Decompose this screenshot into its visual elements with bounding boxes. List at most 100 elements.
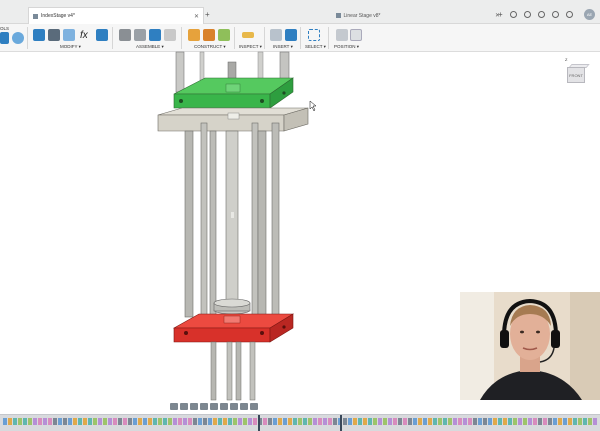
- timeline-feature-icon[interactable]: [363, 418, 367, 425]
- timeline-feature-icon[interactable]: [158, 418, 162, 425]
- timeline-feature-icon[interactable]: [358, 418, 362, 425]
- timeline-feature-icon[interactable]: [103, 418, 107, 425]
- timeline-feature-icon[interactable]: [38, 418, 42, 425]
- timeline-feature-icon[interactable]: [133, 418, 137, 425]
- timeline-feature-icon[interactable]: [388, 418, 392, 425]
- timeline-feature-icon[interactable]: [283, 418, 287, 425]
- timeline-feature-icon[interactable]: [353, 418, 357, 425]
- timeline-feature-icon[interactable]: [398, 418, 402, 425]
- timeline-feature-icon[interactable]: [53, 418, 57, 425]
- timeline-feature-icon[interactable]: [203, 418, 207, 425]
- timeline-feature-icon[interactable]: [263, 418, 267, 425]
- timeline-feature-icon[interactable]: [553, 418, 557, 425]
- timeline-feature-icon[interactable]: [493, 418, 497, 425]
- timeline-feature-icon[interactable]: [523, 418, 527, 425]
- timeline-feature-icon[interactable]: [518, 418, 522, 425]
- timeline-feature-icon[interactable]: [18, 418, 22, 425]
- timeline-feature-icon[interactable]: [368, 418, 372, 425]
- timeline-feature-icon[interactable]: [533, 418, 537, 425]
- timeline-feature-icon[interactable]: [193, 418, 197, 425]
- timeline-feature-icon[interactable]: [228, 418, 232, 425]
- timeline-feature-icon[interactable]: [488, 418, 492, 425]
- timeline-feature-icon[interactable]: [588, 418, 592, 425]
- timeline-feature-icon[interactable]: [343, 418, 347, 425]
- timeline-feature-icon[interactable]: [403, 418, 407, 425]
- timeline-feature-icon[interactable]: [373, 418, 377, 425]
- timeline-feature-icon[interactable]: [173, 418, 177, 425]
- timeline-feature-icon[interactable]: [303, 418, 307, 425]
- timeline-feature-icon[interactable]: [298, 418, 302, 425]
- timeline-feature-icon[interactable]: [318, 418, 322, 425]
- timeline-feature-icon[interactable]: [333, 418, 337, 425]
- timeline-feature-icon[interactable]: [83, 418, 87, 425]
- timeline-feature-icon[interactable]: [278, 418, 282, 425]
- timeline-feature-icon[interactable]: [313, 418, 317, 425]
- timeline-feature-icon[interactable]: [383, 418, 387, 425]
- viewcube-front-face[interactable]: FRONT: [567, 67, 585, 83]
- timeline-feature-icon[interactable]: [163, 418, 167, 425]
- timeline-marker[interactable]: [258, 415, 260, 431]
- timeline-feature-icon[interactable]: [473, 418, 477, 425]
- viewcube[interactable]: Z FRONT: [565, 57, 590, 85]
- timeline-feature-icon[interactable]: [328, 418, 332, 425]
- pan-icon[interactable]: [190, 403, 198, 410]
- timeline-feature-icon[interactable]: [98, 418, 102, 425]
- timeline-feature-icon[interactable]: [148, 418, 152, 425]
- timeline-feature-icon[interactable]: [208, 418, 212, 425]
- grid-settings-icon[interactable]: [230, 403, 238, 410]
- visual-style-icon[interactable]: [250, 403, 258, 410]
- timeline-feature-icon[interactable]: [478, 418, 482, 425]
- look-at-icon[interactable]: [180, 403, 188, 410]
- timeline-feature-icon[interactable]: [33, 418, 37, 425]
- timeline-feature-icon[interactable]: [433, 418, 437, 425]
- timeline-feature-icon[interactable]: [293, 418, 297, 425]
- timeline-feature-icon[interactable]: [308, 418, 312, 425]
- timeline-feature-icon[interactable]: [93, 418, 97, 425]
- timeline-feature-icon[interactable]: [13, 418, 17, 425]
- timeline-feature-icon[interactable]: [498, 418, 502, 425]
- timeline-feature-icon[interactable]: [463, 418, 467, 425]
- timeline-feature-icon[interactable]: [128, 418, 132, 425]
- timeline-feature-icon[interactable]: [198, 418, 202, 425]
- timeline-feature-icon[interactable]: [213, 418, 217, 425]
- timeline-feature-icon[interactable]: [123, 418, 127, 425]
- timeline-feature-icon[interactable]: [378, 418, 382, 425]
- timeline-feature-icon[interactable]: [273, 418, 277, 425]
- timeline-feature-icon[interactable]: [108, 418, 112, 425]
- timeline-feature-icon[interactable]: [188, 418, 192, 425]
- timeline-feature-icon[interactable]: [78, 418, 82, 425]
- timeline-feature-icon[interactable]: [468, 418, 472, 425]
- timeline-feature-icon[interactable]: [543, 418, 547, 425]
- timeline-feature-icon[interactable]: [28, 418, 32, 425]
- timeline-feature-icon[interactable]: [428, 418, 432, 425]
- timeline-feature-icon[interactable]: [63, 418, 67, 425]
- orbit-icon[interactable]: [170, 403, 178, 410]
- timeline-feature-icon[interactable]: [438, 418, 442, 425]
- timeline-feature-icon[interactable]: [248, 418, 252, 425]
- timeline-feature-icon[interactable]: [58, 418, 62, 425]
- timeline-feature-icon[interactable]: [418, 418, 422, 425]
- timeline-feature-icon[interactable]: [183, 418, 187, 425]
- timeline-feature-icon[interactable]: [43, 418, 47, 425]
- timeline-feature-icon[interactable]: [88, 418, 92, 425]
- fit-icon[interactable]: [210, 403, 218, 410]
- timeline-feature-icon[interactable]: [593, 418, 597, 425]
- display-settings-icon[interactable]: [220, 403, 228, 410]
- design-timeline[interactable]: [0, 414, 600, 431]
- timeline-feature-icon[interactable]: [528, 418, 532, 425]
- timeline-feature-icon[interactable]: [548, 418, 552, 425]
- timeline-feature-icon[interactable]: [3, 418, 7, 425]
- timeline-feature-icon[interactable]: [143, 418, 147, 425]
- zoom-icon[interactable]: [200, 403, 208, 410]
- timeline-feature-icon[interactable]: [573, 418, 577, 425]
- timeline-feature-icon[interactable]: [223, 418, 227, 425]
- timeline-feature-icon[interactable]: [563, 418, 567, 425]
- timeline-feature-icon[interactable]: [458, 418, 462, 425]
- timeline-strip[interactable]: [0, 415, 600, 431]
- timeline-feature-icon[interactable]: [118, 418, 122, 425]
- timeline-feature-icon[interactable]: [243, 418, 247, 425]
- timeline-feature-icon[interactable]: [583, 418, 587, 425]
- timeline-feature-icon[interactable]: [268, 418, 272, 425]
- timeline-feature-icon[interactable]: [218, 418, 222, 425]
- timeline-feature-icon[interactable]: [408, 418, 412, 425]
